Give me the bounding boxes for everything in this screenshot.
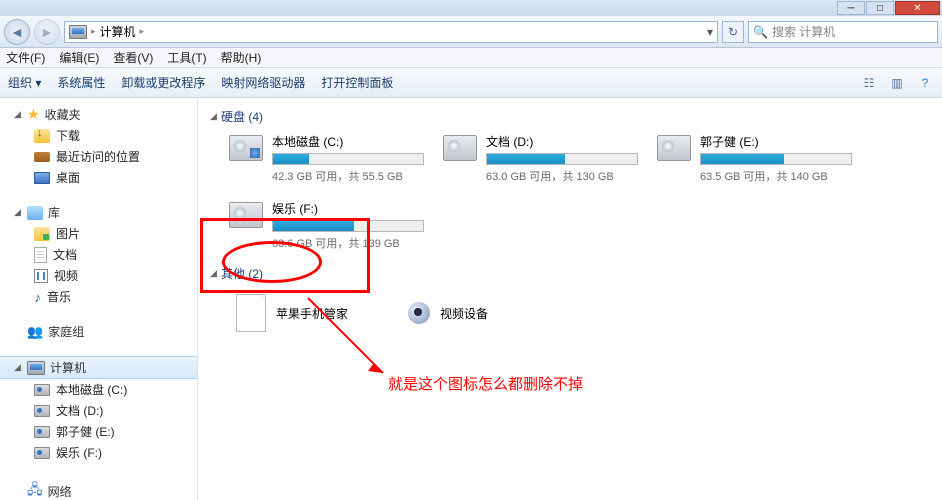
drive-e[interactable]: 郭子健 (E:) 63.5 GB 可用，共 140 GB [654, 129, 854, 188]
sidebar-desktop[interactable]: 桌面 [0, 167, 197, 188]
computer-icon [69, 25, 87, 39]
minimize-button[interactable]: ─ [837, 1, 865, 15]
videos-icon [34, 269, 48, 283]
drive-c[interactable]: 本地磁盘 (C:) 42.3 GB 可用，共 55.5 GB [226, 129, 426, 188]
breadcrumb-separator: ▸ [91, 26, 96, 37]
forward-button[interactable]: ► [34, 19, 60, 45]
computer-icon [27, 361, 45, 375]
capacity-bar [272, 153, 424, 165]
search-input[interactable]: 🔍 搜索 计算机 [748, 21, 938, 43]
search-placeholder: 搜索 计算机 [772, 23, 835, 40]
preview-pane-icon[interactable]: ▥ [888, 74, 906, 92]
dropdown-icon[interactable]: ▾ [707, 25, 713, 39]
library-icon [27, 206, 43, 220]
annotation-circle [222, 241, 322, 283]
section-drives[interactable]: ◢硬盘 (4) [210, 108, 932, 125]
menu-help[interactable]: 帮助(H) [221, 49, 262, 66]
navigation-bar: ◄ ► ▸ 计算机 ▸ ▾ ↻ 🔍 搜索 计算机 [0, 16, 942, 48]
other-video-device[interactable]: 视频设备 [398, 288, 498, 338]
sidebar-network[interactable]: 🖧网络 [0, 477, 197, 500]
content-pane: ◢硬盘 (4) 本地磁盘 (C:) 42.3 GB 可用，共 55.5 GB 文… [198, 98, 942, 500]
maximize-button[interactable]: □ [866, 1, 894, 15]
sidebar-pictures[interactable]: 图片 [0, 223, 197, 244]
annotation-arrow [298, 293, 398, 383]
recent-icon [34, 152, 50, 162]
navigation-pane: ◢★收藏夹 下载 最近访问的位置 桌面 ◢库 图片 文档 视频 ♪音乐 👥家庭组… [0, 98, 198, 500]
drive-icon [443, 135, 477, 161]
map-network-button[interactable]: 映射网络驱动器 [221, 74, 305, 91]
capacity-bar [486, 153, 638, 165]
menu-bar: 文件(F) 编辑(E) 查看(V) 工具(T) 帮助(H) [0, 48, 942, 68]
control-panel-button[interactable]: 打开控制面板 [321, 74, 393, 91]
network-icon: 🖧 [27, 479, 43, 500]
documents-icon [34, 247, 47, 263]
menu-view[interactable]: 查看(V) [113, 49, 153, 66]
breadcrumb-separator: ▸ [140, 26, 145, 37]
download-icon [34, 129, 50, 143]
back-button[interactable]: ◄ [4, 19, 30, 45]
menu-edit[interactable]: 编辑(E) [59, 49, 99, 66]
file-icon [236, 294, 266, 332]
drive-icon [34, 405, 50, 417]
sidebar-drive-e[interactable]: 郭子健 (E:) [0, 421, 197, 442]
view-mode-icon[interactable]: ☷ [860, 74, 878, 92]
drive-d[interactable]: 文档 (D:) 63.0 GB 可用，共 130 GB [440, 129, 640, 188]
help-icon[interactable]: ? [916, 74, 934, 92]
close-button[interactable]: ✕ [895, 1, 940, 15]
refresh-button[interactable]: ↻ [722, 21, 744, 43]
organize-button[interactable]: 组织 ▾ [8, 74, 41, 91]
window-titlebar: ─ □ ✕ [0, 0, 942, 16]
breadcrumb-computer[interactable]: 计算机 [100, 23, 136, 40]
annotation-text: 就是这个图标怎么都删除不掉 [388, 373, 583, 394]
sidebar-videos[interactable]: 视频 [0, 265, 197, 286]
sidebar-homegroup[interactable]: 👥家庭组 [0, 321, 197, 342]
capacity-bar [700, 153, 852, 165]
drive-icon [34, 426, 50, 438]
sidebar-recent[interactable]: 最近访问的位置 [0, 146, 197, 167]
menu-tools[interactable]: 工具(T) [167, 49, 206, 66]
sidebar-drive-c[interactable]: 本地磁盘 (C:) [0, 379, 197, 400]
webcam-icon [408, 302, 430, 324]
sidebar-drive-f[interactable]: 娱乐 (F:) [0, 442, 197, 463]
search-icon: 🔍 [753, 25, 768, 39]
sidebar-computer[interactable]: ◢计算机 [0, 356, 197, 379]
drive-icon [229, 135, 263, 161]
sidebar-documents[interactable]: 文档 [0, 244, 197, 265]
drive-icon [34, 447, 50, 459]
star-icon: ★ [27, 106, 40, 123]
sidebar-libraries[interactable]: ◢库 [0, 202, 197, 223]
sidebar-favorites[interactable]: ◢★收藏夹 [0, 104, 197, 125]
uninstall-button[interactable]: 卸载或更改程序 [121, 74, 205, 91]
system-properties-button[interactable]: 系统属性 [57, 74, 105, 91]
sidebar-drive-d[interactable]: 文档 (D:) [0, 400, 197, 421]
desktop-icon [34, 172, 50, 184]
drive-icon [657, 135, 691, 161]
sidebar-downloads[interactable]: 下载 [0, 125, 197, 146]
sidebar-music[interactable]: ♪音乐 [0, 286, 197, 307]
command-bar: 组织 ▾ 系统属性 卸载或更改程序 映射网络驱动器 打开控制面板 ☷ ▥ ? [0, 68, 942, 98]
menu-file[interactable]: 文件(F) [6, 49, 45, 66]
music-icon: ♪ [34, 289, 41, 305]
drive-icon [34, 384, 50, 396]
pictures-icon [34, 227, 50, 241]
homegroup-icon: 👥 [27, 324, 43, 340]
address-bar[interactable]: ▸ 计算机 ▸ ▾ [64, 21, 718, 43]
